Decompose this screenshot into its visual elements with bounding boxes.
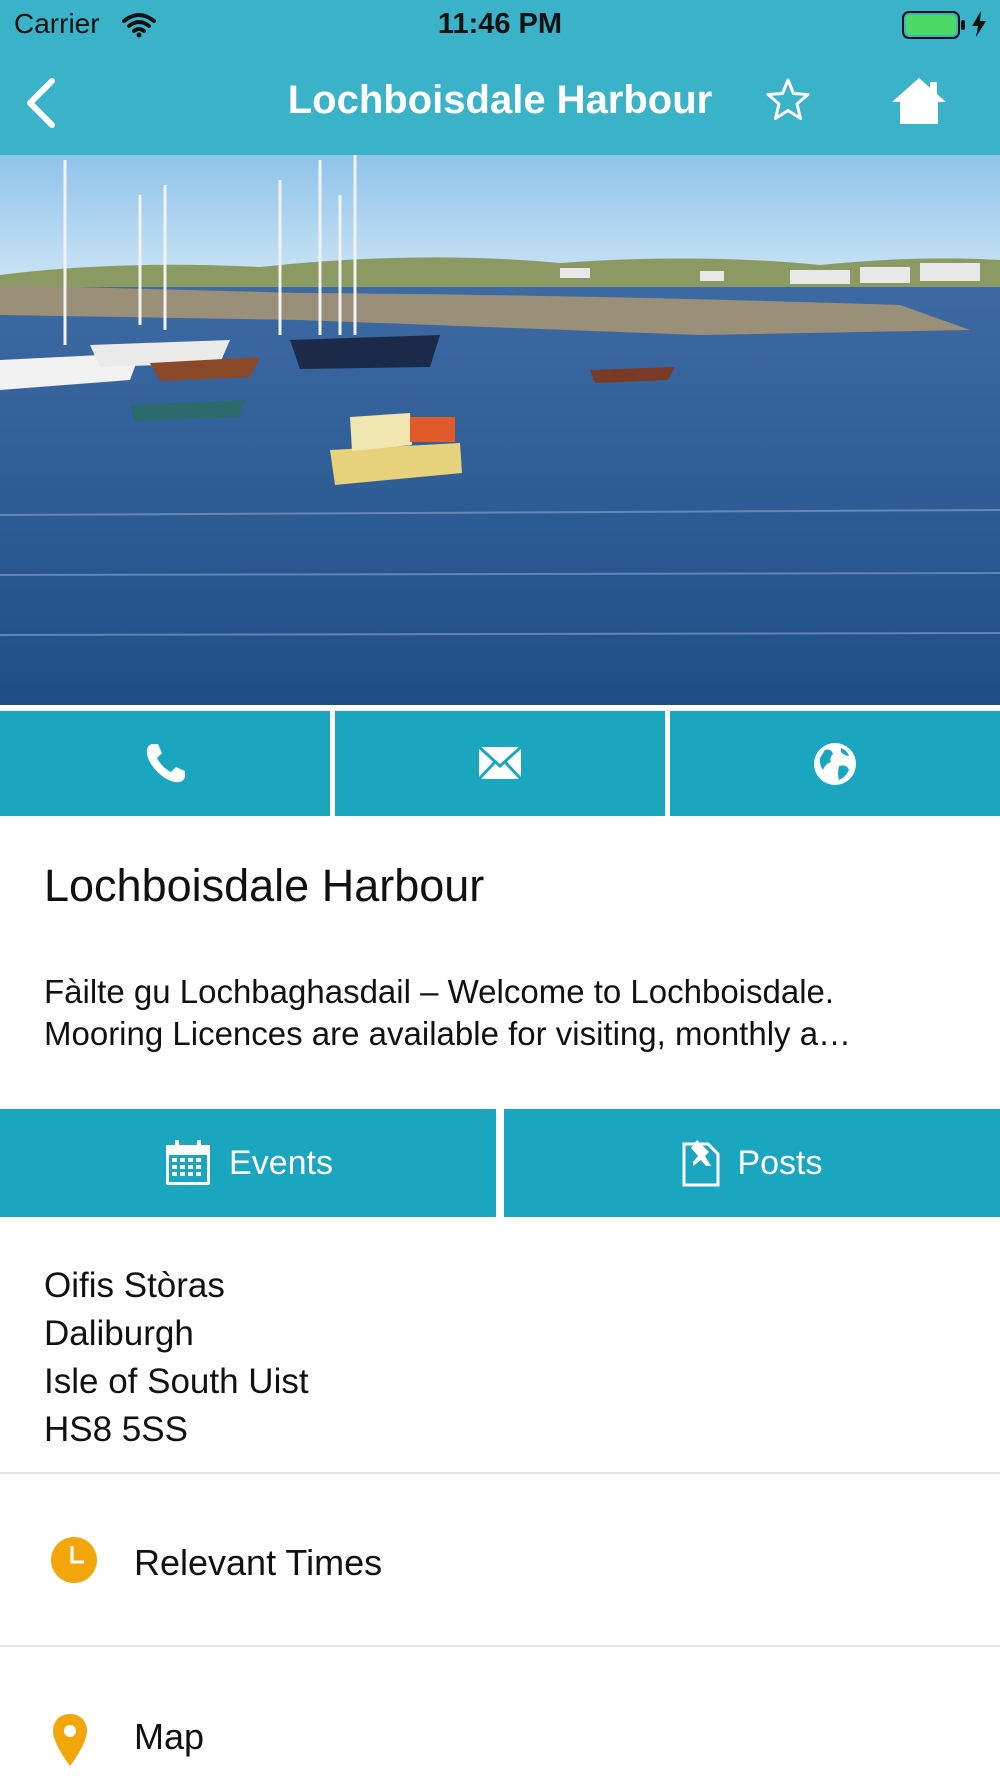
posts-label: Posts [737, 1143, 823, 1182]
contact-actions [0, 711, 1000, 816]
relevant-times-label: Relevant Times [134, 1542, 383, 1583]
clock-icon [50, 1536, 98, 1589]
map-label: Map [134, 1716, 205, 1757]
favorite-button[interactable] [764, 76, 812, 129]
address-line: Daliburgh [44, 1314, 194, 1353]
status-bar: Carrier 11:46 PM [0, 0, 1000, 50]
address-line: Oifis Stòras [44, 1266, 225, 1305]
events-button[interactable]: Events [0, 1109, 496, 1217]
place-description[interactable]: Fàilte gu Lochbaghasdail – Welcome to Lo… [44, 971, 974, 1055]
place-name: Lochboisdale Harbour [44, 860, 485, 911]
divider [0, 1472, 1000, 1474]
home-button[interactable] [890, 76, 948, 131]
envelope-icon [477, 745, 523, 780]
map-row[interactable]: Map [0, 1672, 1000, 1792]
call-button[interactable] [0, 711, 330, 816]
harbour-photo [0, 155, 1000, 705]
address-line: Isle of South Uist [44, 1362, 309, 1401]
pinned-note-icon [681, 1138, 721, 1188]
battery-icon [902, 11, 966, 44]
globe-icon [814, 742, 856, 785]
calendar-icon [163, 1139, 213, 1187]
star-icon [766, 78, 810, 120]
description-line: Mooring Licences are available for visit… [44, 1015, 852, 1052]
divider [0, 1645, 1000, 1647]
address-block: Oifis Stòras Daliburgh Isle of South Uis… [44, 1262, 309, 1454]
navigation-bar: Lochboisdale Harbour [0, 50, 1000, 155]
content-tabs: Events Posts [0, 1109, 1000, 1217]
events-label: Events [229, 1143, 333, 1182]
website-button[interactable] [670, 711, 1000, 816]
address-line: HS8 5SS [44, 1410, 188, 1449]
page-title: Lochboisdale Harbour [287, 78, 713, 122]
phone-icon [146, 743, 185, 782]
home-icon [892, 78, 946, 124]
description-line: Fàilte gu Lochbaghasdail – Welcome to Lo… [44, 973, 835, 1010]
status-time: 11:46 PM [437, 8, 563, 40]
posts-button[interactable]: Posts [504, 1109, 1000, 1217]
relevant-times-row[interactable]: Relevant Times [0, 1498, 1000, 1618]
email-button[interactable] [335, 711, 665, 816]
charging-bolt-icon [970, 10, 988, 43]
map-pin-icon [50, 1712, 90, 1773]
